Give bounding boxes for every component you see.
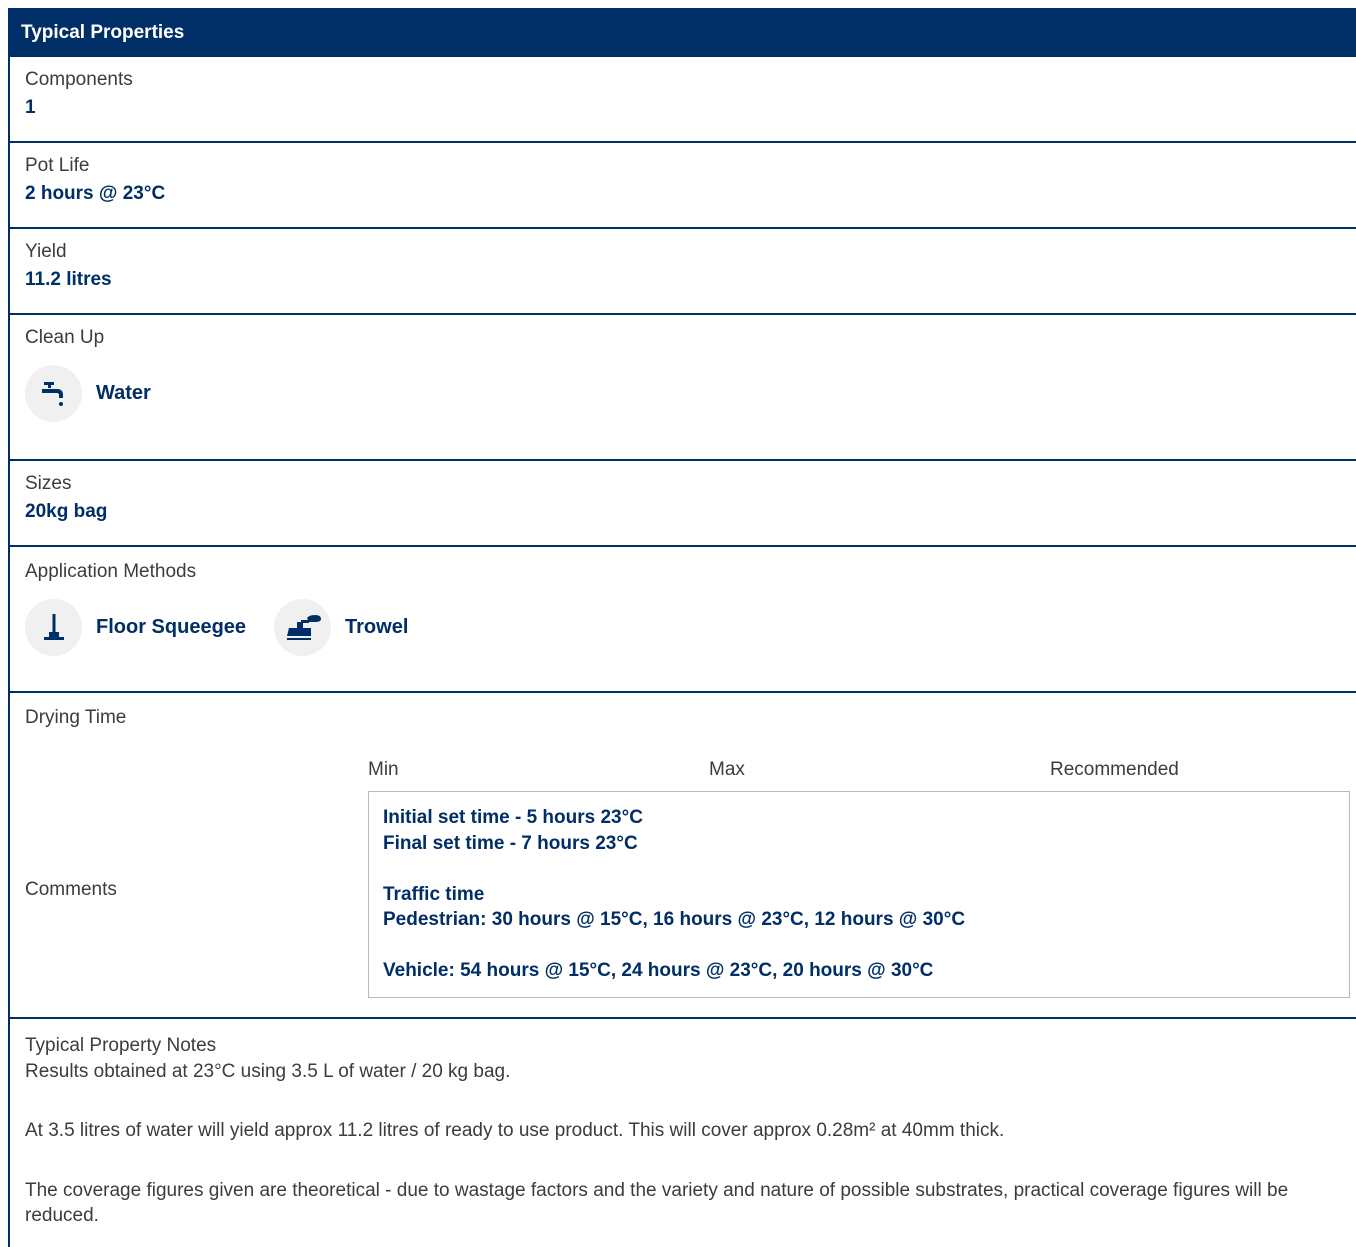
clean-up-label: Clean Up: [25, 327, 105, 348]
sizes-value: 20kg bag: [25, 501, 108, 522]
typical-property-notes-section: Typical Property Notes Results obtained …: [10, 1019, 1356, 1229]
clean-up-section: Clean Up Water: [10, 315, 1356, 461]
column-min: Min: [368, 759, 399, 780]
pot-life-value: 2 hours @ 23°C: [25, 183, 166, 204]
yield-value: 11.2 litres: [25, 269, 112, 290]
pot-life-label: Pot Life: [25, 155, 90, 176]
method-item-trowel: Trowel: [274, 599, 408, 656]
yield-section: Yield 11.2 litres: [10, 229, 1356, 315]
water-tap-icon: [25, 365, 82, 422]
components-section: Components 1: [10, 57, 1356, 143]
trowel-icon: [274, 599, 332, 656]
method-item-floor-squeegee: Floor Squeegee: [25, 599, 246, 656]
sizes-section: Sizes 20kg bag: [10, 461, 1356, 547]
components-label: Components: [25, 69, 133, 90]
panel-title: Typical Properties: [21, 21, 185, 43]
notes-paragraph: Results obtained at 23°C using 3.5 L of …: [25, 1060, 511, 1082]
drying-time-label: Drying Time: [25, 707, 127, 728]
column-recommended: Recommended: [1050, 759, 1179, 780]
application-methods-section: Application Methods Floor Squeegee Trowe…: [10, 547, 1356, 693]
components-value: 1: [25, 97, 36, 118]
sizes-label: Sizes: [25, 473, 72, 494]
method-item-label: Trowel: [345, 616, 409, 638]
column-max: Max: [709, 759, 745, 780]
comment-line: Traffic time: [383, 883, 485, 905]
floor-squeegee-icon: [25, 599, 82, 656]
method-item-label: Floor Squeegee: [96, 616, 247, 638]
comment-line: Pedestrian: 30 hours @ 15°C, 16 hours @ …: [383, 909, 966, 930]
application-methods-label: Application Methods: [25, 561, 197, 582]
drying-time-section: Drying Time Min Max Recommended Comments…: [10, 693, 1356, 1019]
clean-up-item-water: Water: [25, 365, 151, 422]
typical-properties-panel: Typical Properties Components 1 Pot Life…: [8, 8, 1356, 1247]
comment-line: Final set time - 7 hours 23°C: [383, 832, 638, 854]
yield-label: Yield: [25, 241, 67, 262]
panel-header: Typical Properties: [8, 8, 1356, 57]
notes-label: Typical Property Notes: [25, 1035, 217, 1056]
notes-paragraph: At 3.5 litres of water will yield approx…: [25, 1120, 1005, 1141]
comment-line: Vehicle: 54 hours @ 15°C, 24 hours @ 23°…: [383, 960, 934, 981]
notes-paragraph: The coverage figures given are theoretic…: [25, 1179, 1289, 1227]
comments-box: Initial set time - 5 hours 23°C Final se…: [368, 791, 1350, 998]
pot-life-section: Pot Life 2 hours @ 23°C: [10, 143, 1356, 229]
comment-line: Initial set time - 5 hours 23°C: [383, 807, 643, 828]
clean-up-item-label: Water: [96, 382, 151, 404]
comments-label: Comments: [25, 879, 117, 900]
notes-text: Results obtained at 23°C using 3.5 L of …: [25, 1059, 1356, 1229]
